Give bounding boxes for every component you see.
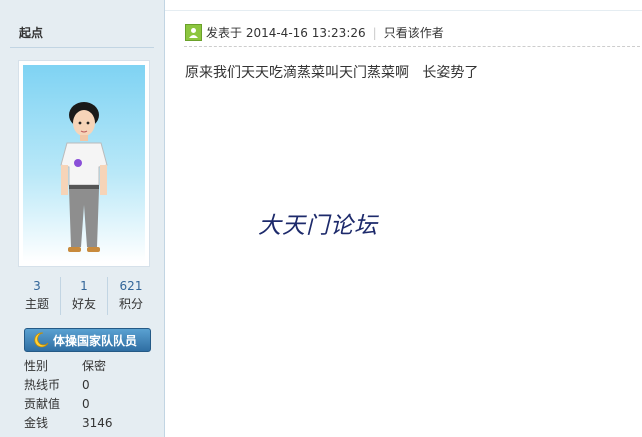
- moon-icon: [33, 332, 49, 348]
- profile-key: 金钱: [24, 416, 49, 430]
- author-sidebar: 起点 3 主题 1 好友 621 积分 体操国家队队员 性别 保密 热线币 0 …: [0, 0, 165, 437]
- stat-threads[interactable]: 3 主题: [14, 277, 61, 315]
- author-name[interactable]: 起点: [19, 24, 43, 41]
- stat-points[interactable]: 621 积分: [108, 277, 154, 315]
- stat-points-value[interactable]: 621: [108, 277, 154, 295]
- online-status-icon: [185, 24, 202, 41]
- post-content: 原来我们天天吃滴蒸菜叫天门蒸菜啊 长姿势了: [185, 65, 479, 81]
- user-group-badge[interactable]: 体操国家队队员: [24, 328, 151, 352]
- profile-row: 性别 保密: [24, 357, 154, 376]
- stat-points-label: 积分: [118, 297, 143, 311]
- sidebar-divider: [10, 47, 154, 48]
- avatar-figure-icon: [60, 102, 108, 252]
- profile-value: 0: [82, 378, 90, 392]
- profile-row: 热线币 0: [24, 376, 154, 395]
- stat-friends-value[interactable]: 1: [61, 277, 107, 295]
- header-divider: [184, 46, 640, 47]
- profile-key: 性别: [24, 359, 49, 373]
- profile-value: 3146: [82, 416, 113, 430]
- author-only-link[interactable]: 只看该作者: [384, 24, 444, 41]
- stat-friends-label: 好友: [71, 297, 96, 311]
- top-border: [165, 0, 642, 11]
- profile-key: 热线币: [24, 378, 61, 392]
- profile-row: 贡献值 0: [24, 395, 154, 414]
- user-group-label: 体操国家队队员: [53, 333, 138, 348]
- post-timestamp: 发表于 2014-4-16 13:23:26: [206, 26, 366, 40]
- post-header: 发表于 2014-4-16 13:23:26 | 只看该作者: [185, 24, 444, 41]
- author-stats: 3 主题 1 好友 621 积分: [14, 277, 154, 315]
- profile-value: 0: [82, 397, 90, 411]
- profile-info: 性别 保密 热线币 0 贡献值 0 金钱 3146: [24, 357, 154, 433]
- stat-threads-value[interactable]: 3: [14, 277, 60, 295]
- header-separator: |: [372, 25, 377, 40]
- profile-key: 贡献值: [24, 397, 61, 411]
- profile-row: 金钱 3146: [24, 414, 154, 433]
- profile-value: 保密: [82, 359, 107, 373]
- stat-friends[interactable]: 1 好友: [61, 277, 108, 315]
- forum-watermark: 大天门论坛: [258, 213, 378, 239]
- stat-threads-label: 主题: [24, 297, 49, 311]
- avatar-background: [23, 65, 145, 262]
- avatar[interactable]: [18, 60, 150, 267]
